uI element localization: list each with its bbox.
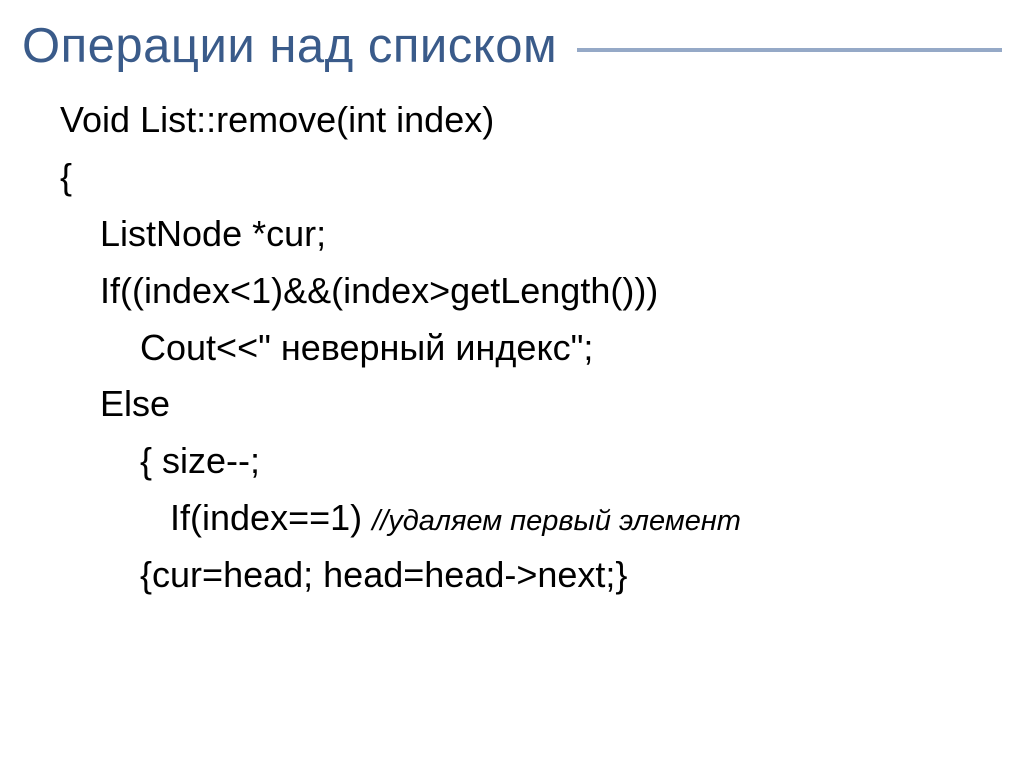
code-line-5: Cout<<" неверный индекс"; <box>60 320 986 377</box>
code-line-8: {cur=head; head=head->next;} <box>60 547 986 604</box>
code-block: Void List::remove(int index) { ListNode … <box>0 82 1024 604</box>
code-line-6: Else <box>60 376 986 433</box>
code-line-4: If((index<1)&&(index>getLength())) <box>60 263 986 320</box>
slide-container: Операции над списком Void List::remove(i… <box>0 0 1024 768</box>
title-rule <box>577 48 1002 52</box>
slide-title: Операции над списком <box>22 18 557 74</box>
code-line-7-comment: //удаляем первый элемент <box>372 505 741 537</box>
code-line-7a: { size--; <box>60 433 986 490</box>
code-line-7b: If(index==1) //удаляем первый элемент <box>60 490 986 547</box>
code-line-7b-code: If(index==1) <box>60 497 372 538</box>
title-row: Операции над списком <box>0 18 1024 82</box>
code-line-3: ListNode *cur; <box>60 206 986 263</box>
code-line-2: { <box>60 149 986 206</box>
code-line-1: Void List::remove(int index) <box>60 92 986 149</box>
